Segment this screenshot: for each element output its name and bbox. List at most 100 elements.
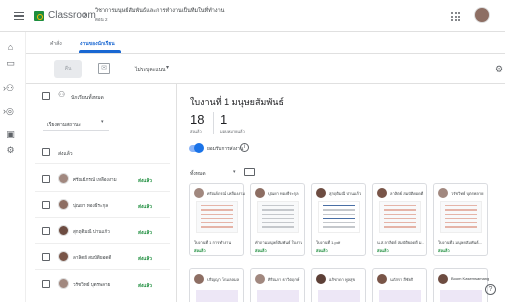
submission-card[interactable]: วรัชวิทย์ บุตรพลาย ใบงานที่1 มนุษยสัมพัน…: [433, 183, 488, 256]
status-badge: ส่งแล้ว: [138, 231, 152, 236]
file-thumbnail[interactable]: [196, 201, 238, 233]
teaching-expand-icon[interactable]: ›◎: [3, 107, 14, 116]
chevron-down-icon[interactable]: ▾: [233, 169, 236, 175]
class-name[interactable]: วิชาการมนุษย์สัมพันธ์และการทำงานเป็นทีมใ…: [95, 7, 224, 15]
group-checkbox[interactable]: [42, 148, 50, 156]
status-badge: ส่งแล้ว: [377, 248, 389, 253]
file-name[interactable]: ใบงานที่ 1.pdf: [316, 239, 363, 246]
submission-card[interactable]: อภิชาดา พูลสุข: [311, 268, 366, 302]
assigned-count: 1: [220, 112, 228, 127]
submission-card[interactable]: ศรัณย์ภรณ์ เหลืองงาม ใบงานที่ 1 การทำงาน…: [189, 183, 245, 256]
file-thumbnail[interactable]: [257, 201, 299, 233]
avatar: [377, 274, 387, 284]
assigned-label: มอบหมายแล้ว: [220, 129, 245, 134]
status-badge: ส่งแล้ว: [438, 248, 450, 253]
file-name[interactable]: ใบงานที่1 มนุษยสัมพันธ์...: [438, 239, 485, 246]
file-thumbnail[interactable]: [318, 290, 360, 302]
submission-card[interactable]: ศิริณภา ธาวิตฤกษ์: [250, 268, 305, 302]
apps-grid-icon[interactable]: [451, 12, 460, 21]
card-student-name: ศิริณภา ธาวิตฤกษ์: [268, 277, 300, 282]
assignment-title: ใบงานที่ 1 มนุษยสัมพันธ์: [190, 97, 284, 107]
status-badge: ส่งแล้ว: [316, 248, 328, 253]
student-name[interactable]: วรัชวิทย์ บุตรพลาย: [73, 282, 110, 289]
calendar-icon[interactable]: ▭: [6, 59, 15, 68]
avatar: [194, 274, 204, 284]
tab-instructions[interactable]: คำสั่ง: [50, 40, 62, 48]
divider: [35, 163, 170, 164]
file-thumbnail[interactable]: [440, 201, 482, 233]
submission-card[interactable]: ปุณยา ทองธีระกุล คำถามมนุษย์สัมพันธ์ ใบง…: [250, 183, 305, 256]
submission-card[interactable]: ปริญญา โกมลลมล: [189, 268, 244, 302]
avatar: [438, 188, 448, 198]
avatar: [377, 188, 387, 198]
status-badge: ส่งแล้ว: [138, 205, 152, 210]
settings-icon[interactable]: ⚙: [6, 146, 15, 155]
card-student-name: Boom Kasemsamang: [451, 276, 490, 281]
student-checkbox[interactable]: [42, 253, 50, 261]
return-button[interactable]: คืน: [54, 60, 82, 78]
accepting-label: ยอมรับการส่งงาน: [207, 147, 244, 152]
student-checkbox[interactable]: [42, 227, 50, 235]
file-thumbnail[interactable]: [379, 201, 421, 233]
avatar: [58, 199, 69, 210]
student-name[interactable]: ลาลิตย์ สมบัติยอดดี: [73, 255, 111, 262]
submission-card[interactable]: นภัสรา สีชัยกิ: [372, 268, 427, 302]
help-icon[interactable]: ?: [485, 284, 496, 295]
student-checkbox[interactable]: [42, 201, 50, 209]
submission-card[interactable]: ลาลิตย์ สมบัติยอดดี น.ส.ลาลิตย์ สมบัติยอ…: [372, 183, 427, 256]
file-thumbnail[interactable]: [196, 290, 238, 302]
card-student-name: ปริญญา โกมลลมล: [207, 277, 240, 282]
file-thumbnail[interactable]: [379, 290, 421, 302]
nav-rail: ⌂ ▭ ›⚇ ›◎ ▣ ⚙: [0, 32, 26, 302]
chevron-down-icon[interactable]: ▾: [101, 119, 104, 125]
divider: [35, 217, 170, 218]
student-name[interactable]: ปุณยา ทองธีระกุล: [73, 203, 108, 210]
file-name[interactable]: คำถามมนุษย์สัมพันธ์ ใบงานที่...: [255, 239, 302, 246]
classroom-logo-icon: [34, 11, 44, 21]
points-select[interactable]: ไม่ระบุคะแนน: [135, 66, 165, 74]
file-thumbnail[interactable]: [440, 290, 482, 302]
home-icon[interactable]: ⌂: [6, 43, 15, 52]
select-all-checkbox[interactable]: [42, 92, 50, 100]
card-student-name: ศรัณย์ภรณ์ เหลืองงาม: [207, 191, 245, 196]
file-thumbnail[interactable]: [318, 201, 360, 233]
chevron-down-icon[interactable]: ▾: [166, 64, 169, 71]
email-icon[interactable]: ✉: [98, 63, 110, 74]
student-name[interactable]: สุกฤติมณี ปานแก้ว: [73, 229, 110, 236]
group-label: ส่งแล้ว: [58, 151, 73, 157]
archive-icon[interactable]: ▣: [6, 130, 15, 139]
breadcrumb-separator-icon: ›: [83, 9, 87, 21]
card-student-name: สุกฤติมณี ปานแก้ว: [329, 191, 362, 196]
menu-icon[interactable]: [14, 12, 24, 20]
sort-label[interactable]: เรียงตามสถานะ: [47, 121, 81, 129]
tab-student-work[interactable]: งานของนักเรียน: [80, 40, 115, 48]
app-name[interactable]: Classroom: [48, 10, 96, 21]
file-name[interactable]: ใบงานที่ 1 การทำงาน: [194, 239, 241, 246]
student-checkbox[interactable]: [42, 280, 50, 288]
people-icon: ⚇: [58, 90, 66, 99]
toggle-knob[interactable]: [194, 143, 204, 153]
account-avatar[interactable]: [474, 7, 490, 23]
avatar: [58, 251, 69, 262]
card-student-name: อภิชาดา พูลสุข: [329, 277, 356, 282]
file-name[interactable]: น.ส.ลาลิตย์ สมบัติยอดดี ม...: [377, 239, 424, 246]
card-student-name: ลาลิตย์ สมบัติยอดดี: [390, 191, 424, 196]
divider: [35, 243, 170, 244]
status-badge: ส่งแล้ว: [194, 248, 206, 253]
card-student-name: นภัสรา สีชัยกิ: [390, 277, 414, 282]
folder-icon[interactable]: [244, 168, 255, 176]
info-icon[interactable]: i: [240, 143, 249, 152]
submission-card[interactable]: Boom Kasemsamang: [433, 268, 490, 302]
submission-card[interactable]: สุกฤติมณี ปานแก้ว ใบงานที่ 1.pdf ส่งแล้ว: [311, 183, 366, 256]
gear-icon[interactable]: ⚙: [495, 64, 503, 75]
submitted-count: 18: [190, 112, 205, 127]
enrolled-expand-icon[interactable]: ›⚇: [3, 84, 14, 93]
file-thumbnail[interactable]: [257, 290, 299, 302]
avatar: [316, 188, 326, 198]
student-checkbox[interactable]: [42, 175, 50, 183]
all-students-label: นักเรียนทั้งหมด: [71, 95, 104, 101]
student-name[interactable]: ศรัณย์ภรณ์ เหลืองงาม: [73, 177, 117, 184]
avatar: [255, 188, 265, 198]
filter-select[interactable]: ทั้งหมด: [190, 170, 206, 178]
avatar: [316, 274, 326, 284]
